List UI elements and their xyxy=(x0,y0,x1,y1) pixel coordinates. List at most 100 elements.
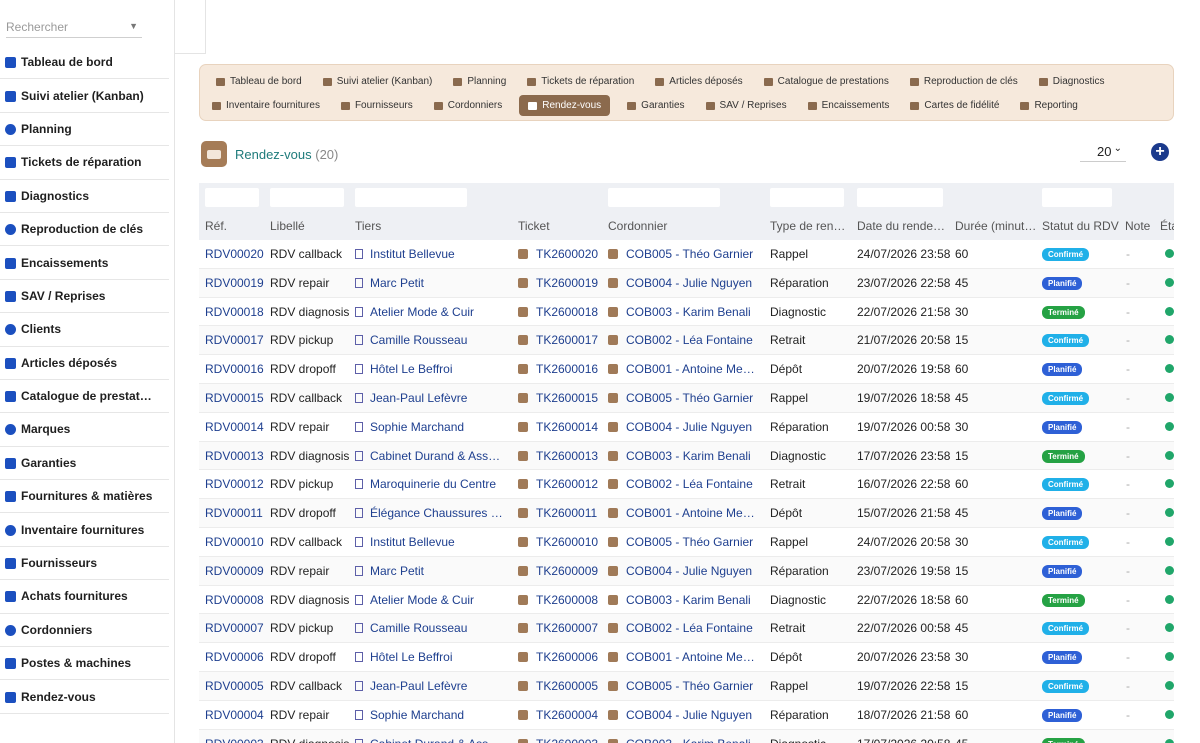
thirdparty-link[interactable]: Camille Rousseau xyxy=(355,621,505,635)
sidebar-item[interactable]: Tickets de réparation xyxy=(0,146,169,180)
sidebar-item[interactable]: Tableau de bord xyxy=(0,46,169,80)
ticket-link[interactable]: TK2600007 xyxy=(518,621,604,635)
ref-link[interactable]: RDV00005 xyxy=(205,679,267,693)
nav-tab[interactable]: Encaissements xyxy=(804,97,894,114)
thirdparty-link[interactable]: Camille Rousseau xyxy=(355,333,505,347)
ref-link[interactable]: RDV00018 xyxy=(205,305,267,319)
column-filter-input[interactable] xyxy=(857,188,943,207)
nav-tab[interactable]: Articles déposés xyxy=(651,73,746,90)
ref-link[interactable]: RDV00007 xyxy=(205,621,267,635)
ref-link[interactable]: RDV00011 xyxy=(205,506,267,520)
table-row[interactable]: RDV00012 RDV pickup Maroquinerie du Centre… xyxy=(199,470,1174,500)
sidebar-item[interactable]: Articles déposés xyxy=(0,347,169,380)
ref-link[interactable]: RDV00012 xyxy=(205,477,267,491)
ticket-link[interactable]: TK2600016 xyxy=(518,362,604,376)
nav-tab[interactable]: Fournisseurs xyxy=(337,97,417,114)
search-select[interactable]: Rechercher ▼ xyxy=(6,17,142,38)
table-row[interactable]: RDV00016 RDV dropoff Hôtel Le Beffroi TK260… xyxy=(199,355,1174,384)
cobbler-link[interactable]: COB002 - Léa Fontaine xyxy=(608,621,758,635)
cobbler-link[interactable]: COB002 - Léa Fontaine xyxy=(608,477,758,491)
nav-tab[interactable]: Suivi atelier (Kanban) xyxy=(319,73,437,90)
column-filter-input[interactable] xyxy=(270,188,344,207)
ref-link[interactable]: RDV00004 xyxy=(205,708,267,722)
thirdparty-link[interactable]: Élégance Chaussures S… xyxy=(355,506,505,520)
column-header[interactable]: Type de ren… xyxy=(770,219,845,233)
ticket-link[interactable]: TK2600020 xyxy=(518,247,604,261)
ref-link[interactable]: RDV00010 xyxy=(205,535,267,549)
ref-link[interactable]: RDV00014 xyxy=(205,420,267,434)
cobbler-link[interactable]: COB005 - Théo Garnier xyxy=(608,247,758,261)
ref-link[interactable]: RDV00019 xyxy=(205,276,267,290)
ticket-link[interactable]: TK2600003 xyxy=(518,737,604,743)
sidebar-item[interactable]: Reproduction de clés xyxy=(0,213,169,247)
column-filter-input[interactable] xyxy=(1042,188,1112,207)
sidebar-item[interactable]: Diagnostics xyxy=(0,180,169,213)
cobbler-link[interactable]: COB004 - Julie Nguyen xyxy=(608,276,758,290)
thirdparty-link[interactable]: Jean-Paul Lefèvre xyxy=(355,391,505,405)
cobbler-link[interactable]: COB003 - Karim Benali xyxy=(608,449,758,463)
ref-link[interactable]: RDV00013 xyxy=(205,449,267,463)
column-header[interactable]: Ticket xyxy=(518,219,550,233)
sidebar-item[interactable]: Suivi atelier (Kanban) xyxy=(0,79,169,113)
table-row[interactable]: RDV00004 RDV repair Sophie Marchand TK26000… xyxy=(199,701,1174,730)
cobbler-link[interactable]: COB004 - Julie Nguyen xyxy=(608,420,758,434)
column-filter-input[interactable] xyxy=(770,188,844,207)
thirdparty-link[interactable]: Marc Petit xyxy=(355,276,505,290)
sidebar-item[interactable]: Fournitures & matières xyxy=(0,480,169,514)
cobbler-link[interactable]: COB002 - Léa Fontaine xyxy=(608,333,758,347)
nav-tab[interactable]: Tableau de bord xyxy=(212,73,306,90)
cobbler-link[interactable]: COB001 - Antoine Merc… xyxy=(608,506,758,520)
column-filter-input[interactable] xyxy=(608,188,720,207)
table-row[interactable]: RDV00009 RDV repair Marc Petit TK2600009 COB… xyxy=(199,556,1174,586)
column-header[interactable]: Éta xyxy=(1160,219,1174,233)
per-page-select[interactable]: 20 ⌄ xyxy=(1080,141,1126,162)
nav-tab[interactable]: Tickets de réparation xyxy=(523,73,638,90)
thirdparty-link[interactable]: Atelier Mode & Cuir xyxy=(355,305,505,319)
sidebar-item[interactable]: Planning xyxy=(0,113,169,147)
column-header[interactable]: Libellé xyxy=(270,219,305,233)
cobbler-link[interactable]: COB005 - Théo Garnier xyxy=(608,679,758,693)
ticket-link[interactable]: TK2600009 xyxy=(518,564,604,578)
sidebar-item[interactable]: Inventaire fournitures xyxy=(0,513,169,547)
column-header[interactable]: Date du rende… xyxy=(857,219,945,233)
column-filter-input[interactable] xyxy=(205,188,259,207)
nav-tab[interactable]: Catalogue de prestations xyxy=(760,73,893,90)
ticket-link[interactable]: TK2600011 xyxy=(518,506,604,520)
thirdparty-link[interactable]: Institut Bellevue xyxy=(355,247,505,261)
nav-tab[interactable]: Reporting xyxy=(1016,97,1081,114)
nav-tab[interactable]: Cordonniers xyxy=(430,97,506,114)
table-row[interactable]: RDV00018 RDV diagnosis Atelier Mode & Cuir… xyxy=(199,298,1174,327)
nav-tab[interactable]: SAV / Reprises xyxy=(702,97,791,114)
ref-link[interactable]: RDV00008 xyxy=(205,593,267,607)
table-row[interactable]: RDV00015 RDV callback Jean-Paul Lefèvre TK2… xyxy=(199,383,1174,413)
column-header[interactable]: Tiers xyxy=(355,219,381,233)
thirdparty-link[interactable]: Hôtel Le Beffroi xyxy=(355,362,505,376)
cobbler-link[interactable]: COB001 - Antoine Merc… xyxy=(608,362,758,376)
ticket-link[interactable]: TK2600004 xyxy=(518,708,604,722)
nav-tab[interactable]: Cartes de fidélité xyxy=(906,97,1003,114)
nav-tab[interactable]: Rendez-vous xyxy=(519,95,611,116)
column-header[interactable]: Cordonnier xyxy=(608,219,667,233)
thirdparty-link[interactable]: Maroquinerie du Centre xyxy=(355,477,505,491)
ticket-link[interactable]: TK2600008 xyxy=(518,593,604,607)
column-header[interactable]: Durée (minut… xyxy=(955,219,1036,233)
table-row[interactable]: RDV00011 RDV dropoff Élégance Chaussures S… xyxy=(199,499,1174,528)
thirdparty-link[interactable]: Marc Petit xyxy=(355,564,505,578)
thirdparty-link[interactable]: Institut Bellevue xyxy=(355,535,505,549)
ticket-link[interactable]: TK2600005 xyxy=(518,679,604,693)
ref-link[interactable]: RDV00016 xyxy=(205,362,267,376)
sidebar-item[interactable]: Rendez-vous xyxy=(0,680,169,714)
cobbler-link[interactable]: COB001 - Antoine Merc… xyxy=(608,650,758,664)
ticket-link[interactable]: TK2600012 xyxy=(518,477,604,491)
table-row[interactable]: RDV00010 RDV callback Institut Bellevue TK2… xyxy=(199,528,1174,557)
ticket-link[interactable]: TK2600013 xyxy=(518,449,604,463)
cobbler-link[interactable]: COB003 - Karim Benali xyxy=(608,305,758,319)
cobbler-link[interactable]: COB004 - Julie Nguyen xyxy=(608,708,758,722)
ref-link[interactable]: RDV00003 xyxy=(205,737,267,743)
cobbler-link[interactable]: COB003 - Karim Benali xyxy=(608,593,758,607)
thirdparty-link[interactable]: Sophie Marchand xyxy=(355,708,505,722)
nav-tab[interactable]: Garanties xyxy=(623,97,688,114)
ref-link[interactable]: RDV00009 xyxy=(205,564,267,578)
ref-link[interactable]: RDV00020 xyxy=(205,247,267,261)
ref-link[interactable]: RDV00006 xyxy=(205,650,267,664)
